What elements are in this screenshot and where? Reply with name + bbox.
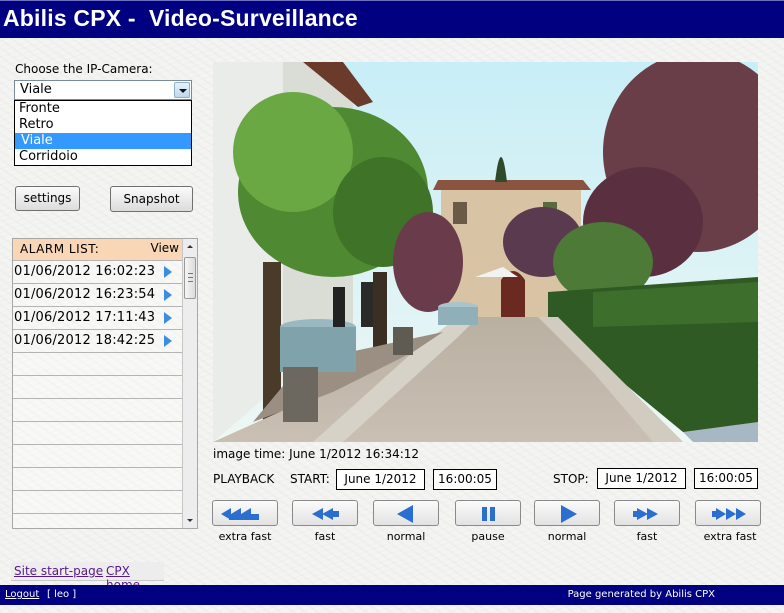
alarm-row-empty [13, 444, 183, 467]
stop-time-field[interactable]: 16:00:05 [694, 468, 758, 489]
alarm-row: 01/06/2012 16:02:23 [13, 260, 183, 283]
alarm-list-view-label: View [150, 241, 179, 255]
alarm-row: 01/06/2012 16:23:54 [13, 283, 183, 306]
camera-options-list: Fronte Retro Viale Corridoio [14, 100, 192, 166]
rewind-extra-fast-button[interactable] [212, 500, 278, 526]
control-caption: fast [636, 530, 658, 543]
alarm-timestamp: 01/06/2012 16:02:23 [14, 264, 156, 279]
stop-label: STOP: [553, 472, 589, 486]
control-caption: pause [471, 530, 505, 543]
image-time: image time: June 1/2012 16:34:12 [213, 447, 420, 461]
chevron-down-icon[interactable] [174, 82, 190, 98]
alarm-row-empty [13, 375, 183, 398]
double-left-arrow-icon [312, 508, 339, 520]
scroll-up-icon[interactable] [183, 239, 197, 254]
alarm-rows: 01/06/2012 16:02:23 01/06/2012 16:23:54 … [13, 260, 183, 536]
start-time-field[interactable]: 16:00:05 [433, 469, 497, 490]
forward-fast-button[interactable] [614, 500, 680, 526]
alarm-row-empty [13, 490, 183, 513]
snapshot-button[interactable]: Snapshot [110, 186, 193, 212]
alarm-list: ALARM LIST: View 01/06/2012 16:02:23 01/… [12, 238, 198, 529]
alarm-timestamp: 01/06/2012 16:23:54 [14, 287, 156, 302]
header-bar: Abilis CPX - Video-Surveillance [0, 0, 784, 38]
footer-bar: Logout [ leo ] Page generated by Abilis … [0, 585, 784, 605]
forward-extra-fast-button[interactable] [695, 500, 761, 526]
play-icon[interactable] [164, 289, 172, 301]
alarm-row-empty [13, 513, 183, 536]
alarm-row-empty [13, 352, 183, 375]
control-caption: extra fast [703, 530, 757, 543]
camera-option-viale[interactable]: Viale [15, 133, 191, 149]
alarm-list-scrollbar[interactable] [182, 239, 197, 528]
camera-select-label: Choose the IP-Camera: [15, 62, 153, 76]
alarm-list-title: ALARM LIST: [20, 242, 100, 256]
page-title: Abilis CPX - Video-Surveillance [3, 5, 358, 31]
pause-icon [482, 507, 495, 521]
rewind-normal-button[interactable] [373, 500, 439, 526]
current-user: [ leo ] [47, 589, 77, 600]
camera-option-fronte[interactable]: Fronte [15, 101, 191, 117]
alarm-list-header: ALARM LIST: View [13, 239, 183, 260]
control-caption: extra fast [218, 530, 272, 543]
rewind-fast-button[interactable] [292, 500, 358, 526]
alarm-timestamp: 01/06/2012 17:11:43 [14, 310, 156, 325]
alarm-row-empty [13, 398, 183, 421]
footer-links: Site start-page CPX home [11, 562, 164, 592]
alarm-row: 01/06/2012 17:11:43 [13, 306, 183, 329]
alarm-row-empty [13, 421, 183, 444]
control-caption: fast [314, 530, 336, 543]
play-icon[interactable] [164, 312, 172, 324]
site-start-page-link[interactable]: Site start-page [14, 564, 103, 578]
play-icon[interactable] [164, 335, 172, 347]
camera-image [213, 62, 758, 442]
play-icon[interactable] [164, 266, 172, 278]
playback-label: PLAYBACK [213, 472, 275, 486]
start-date-field[interactable]: June 1/2012 [336, 469, 425, 490]
pause-button[interactable] [455, 500, 521, 526]
play-normal-button[interactable] [534, 500, 600, 526]
left-arrow-icon [397, 505, 413, 523]
settings-button[interactable]: settings [15, 186, 80, 211]
camera-select-value: Viale [20, 82, 52, 97]
triple-left-arrow-icon [221, 508, 259, 520]
control-caption: normal [386, 530, 426, 543]
scroll-down-icon[interactable] [183, 513, 197, 528]
right-arrow-icon [561, 505, 577, 523]
generated-by-text: Page generated by Abilis CPX [567, 589, 715, 600]
camera-option-corridoio[interactable]: Corridoio [15, 149, 191, 165]
triple-right-arrow-icon [712, 508, 746, 520]
camera-select[interactable]: Viale [14, 80, 192, 100]
control-caption: normal [547, 530, 587, 543]
scrollbar-thumb[interactable] [184, 257, 196, 299]
double-right-arrow-icon [633, 508, 658, 520]
logout-link[interactable]: Logout [5, 589, 39, 600]
start-label: START: [290, 472, 330, 486]
alarm-row-empty [13, 467, 183, 490]
alarm-timestamp: 01/06/2012 18:42:25 [14, 333, 156, 348]
camera-image-scene [213, 62, 758, 442]
stop-date-field[interactable]: June 1/2012 [597, 468, 686, 489]
alarm-row: 01/06/2012 18:42:25 [13, 329, 183, 352]
camera-option-retro[interactable]: Retro [15, 117, 191, 133]
